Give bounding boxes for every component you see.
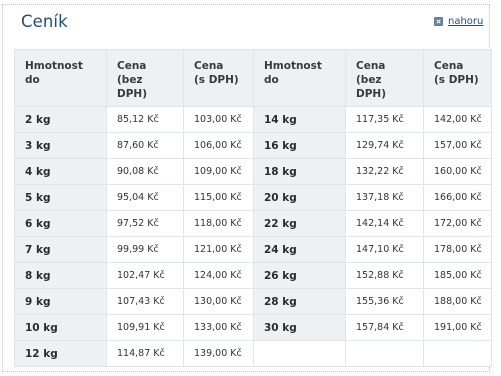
price-net-cell: 97,52 Kč [106,210,184,237]
weight-cell: 5 kg [14,184,107,211]
price-net-cell: 95,04 Kč [106,184,184,211]
weight-cell: 12 kg [14,340,107,367]
table-row: 5 kg 95,04 Kč 115,00 Kč 20 kg 137,18 Kč 166,0… [14,184,492,211]
price-net-cell: 90,08 Kč [106,158,184,185]
price-gross-cell: 109,00 Kč [183,158,254,185]
back-to-top-label[interactable]: nahoru [448,16,483,27]
back-to-top-link[interactable]: nahoru [434,16,483,27]
price-gross-cell: 124,00 Kč [183,262,254,289]
table-row: 3 kg 87,60 Kč 106,00 Kč 16 kg 129,74 Kč 157,0… [14,132,492,159]
arrow-up-icon [434,17,443,26]
price-net-cell: 117,35 Kč [345,106,424,133]
price-net-cell [345,340,424,367]
price-gross-cell: 188,00 Kč [423,288,492,315]
weight-cell: 7 kg [14,236,107,263]
price-net-cell: 85,12 Kč [106,106,184,133]
price-gross-cell: 106,00 Kč [183,132,254,159]
weight-cell: 4 kg [14,158,107,185]
weight-cell: 30 kg [253,314,346,341]
column-header-price-net: Cena (bez DPH) [106,49,184,107]
table-row: 7 kg 99,99 Kč 121,00 Kč 24 kg 147,10 Kč 178,0… [14,236,492,263]
price-net-cell: 155,36 Kč [345,288,424,315]
table-row: 6 kg 97,52 Kč 118,00 Kč 22 kg 142,14 Kč 172,0… [14,210,492,237]
price-net-cell: 152,88 Kč [345,262,424,289]
table-row: 10 kg 109,91 Kč 133,00 Kč 30 kg 157,84 Kč 191… [14,314,492,341]
price-net-cell: 87,60 Kč [106,132,184,159]
price-net-cell: 107,43 Kč [106,288,184,315]
weight-cell: 24 kg [253,236,346,263]
weight-cell: 16 kg [253,132,346,159]
price-gross-cell: 191,00 Kč [423,314,492,341]
price-gross-cell: 166,00 Kč [423,184,492,211]
table-row: 4 kg 90,08 Kč 109,00 Kč 18 kg 132,22 Kč 160,0… [14,158,492,185]
weight-cell: 2 kg [14,106,107,133]
price-gross-cell: 142,00 Kč [423,106,492,133]
weight-cell: 18 kg [253,158,346,185]
weight-cell: 28 kg [253,288,346,315]
weight-cell: 6 kg [14,210,107,237]
weight-cell: 14 kg [253,106,346,133]
weight-cell: 8 kg [14,262,107,289]
price-gross-cell [423,340,492,367]
price-net-cell: 99,99 Kč [106,236,184,263]
price-gross-cell: 115,00 Kč [183,184,254,211]
price-gross-cell: 178,00 Kč [423,236,492,263]
price-gross-cell: 118,00 Kč [183,210,254,237]
table-header-row: Hmotnost do Cena (bez DPH) Cena (s DPH) … [14,49,492,107]
column-header-price-net: Cena (bez DPH) [345,49,424,107]
page-title: Ceník [21,12,68,31]
column-header-weight: Hmotnost do [253,49,346,107]
price-net-cell: 129,74 Kč [345,132,424,159]
price-gross-cell: 139,00 Kč [183,340,254,367]
price-net-cell: 132,22 Kč [345,158,424,185]
price-gross-cell: 160,00 Kč [423,158,492,185]
price-gross-cell: 172,00 Kč [423,210,492,237]
column-header-price-gross: Cena (s DPH) [423,49,492,107]
price-gross-cell: 133,00 Kč [183,314,254,341]
weight-cell: 26 kg [253,262,346,289]
price-net-cell: 114,87 Kč [106,340,184,367]
table-row: 12 kg 114,87 Kč 139,00 Kč [14,340,492,367]
table-row: 8 kg 102,47 Kč 124,00 Kč 26 kg 152,88 Kč 185,… [14,262,492,289]
price-gross-cell: 185,00 Kč [423,262,492,289]
price-gross-cell: 130,00 Kč [183,288,254,315]
price-gross-cell: 103,00 Kč [183,106,254,133]
price-net-cell: 142,14 Kč [345,210,424,237]
column-header-weight: Hmotnost do [14,49,107,107]
price-net-cell: 102,47 Kč [106,262,184,289]
weight-cell: 9 kg [14,288,107,315]
price-net-cell: 137,18 Kč [345,184,424,211]
weight-cell: 3 kg [14,132,107,159]
table-body: 2 kg 85,12 Kč 103,00 Kč 14 kg 117,35 Kč 142,0… [14,106,492,367]
price-gross-cell: 157,00 Kč [423,132,492,159]
weight-cell: 10 kg [14,314,107,341]
column-header-price-gross: Cena (s DPH) [183,49,254,107]
price-net-cell: 109,91 Kč [106,314,184,341]
table-row: 9 kg 107,43 Kč 130,00 Kč 28 kg 155,36 Kč 188,… [14,288,492,315]
price-table: Hmotnost do Cena (bez DPH) Cena (s DPH) … [14,49,492,367]
price-gross-cell: 121,00 Kč [183,236,254,263]
weight-cell: 20 kg [253,184,346,211]
price-net-cell: 147,10 Kč [345,236,424,263]
weight-cell: 22 kg [253,210,346,237]
weight-cell [253,340,346,367]
price-net-cell: 157,84 Kč [345,314,424,341]
table-row: 2 kg 85,12 Kč 103,00 Kč 14 kg 117,35 Kč 142,0… [14,106,492,133]
